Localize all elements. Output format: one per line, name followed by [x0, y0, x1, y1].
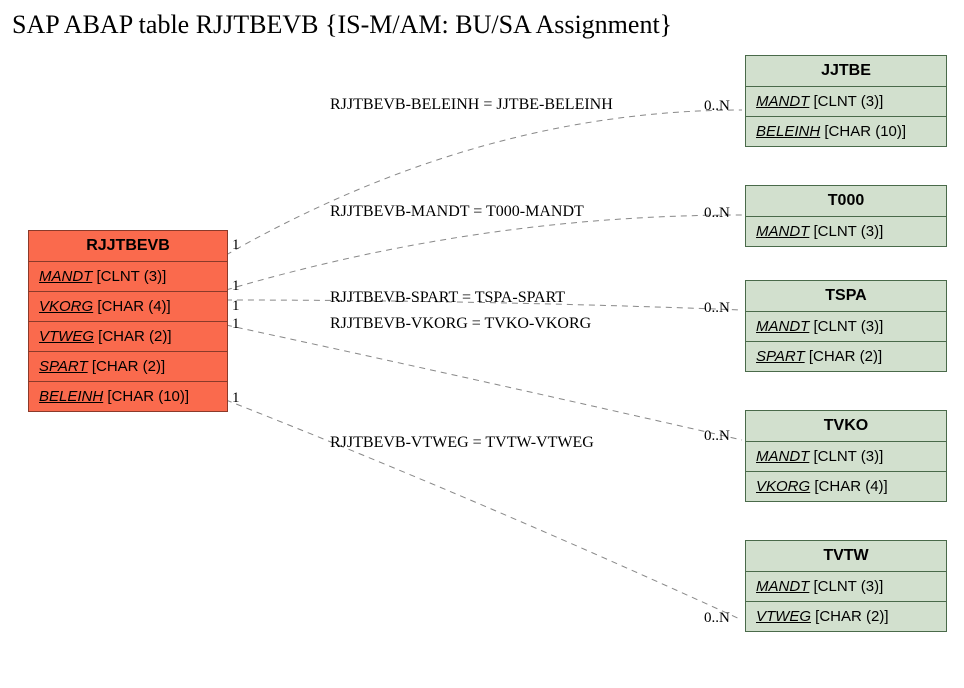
- cardinality-right: 0..N: [704, 205, 730, 222]
- field-row: VKORG [CHAR (4)]: [29, 291, 227, 321]
- entity-tvtw: TVTW MANDT [CLNT (3)] VTWEG [CHAR (2)]: [745, 540, 947, 632]
- cardinality-left: 1: [232, 278, 240, 295]
- entity-header: RJJTBEVB: [29, 231, 227, 262]
- entity-rjjtbevb: RJJTBEVB MANDT [CLNT (3)] VKORG [CHAR (4…: [28, 230, 228, 412]
- field-row: SPART [CHAR (2)]: [29, 351, 227, 381]
- cardinality-right: 0..N: [704, 98, 730, 115]
- relation-label: RJJTBEVB-VTWEG = TVTW-VTWEG: [330, 434, 594, 452]
- relation-label: RJJTBEVB-SPART = TSPA-SPART: [330, 289, 565, 307]
- entity-header: TVKO: [746, 411, 946, 442]
- field-row: MANDT [CLNT (3)]: [29, 262, 227, 291]
- cardinality-right: 0..N: [704, 610, 730, 627]
- field-row: BELEINH [CHAR (10)]: [746, 116, 946, 146]
- field-row: VKORG [CHAR (4)]: [746, 471, 946, 501]
- entity-header: JJTBE: [746, 56, 946, 87]
- field-row: VTWEG [CHAR (2)]: [746, 601, 946, 631]
- entity-jjtbe: JJTBE MANDT [CLNT (3)] BELEINH [CHAR (10…: [745, 55, 947, 147]
- field-row: MANDT [CLNT (3)]: [746, 87, 946, 116]
- entity-header: T000: [746, 186, 946, 217]
- field-row: VTWEG [CHAR (2)]: [29, 321, 227, 351]
- cardinality-left: 1: [232, 316, 240, 333]
- field-row: MANDT [CLNT (3)]: [746, 217, 946, 246]
- relation-label: RJJTBEVB-MANDT = T000-MANDT: [330, 203, 584, 221]
- entity-tvko: TVKO MANDT [CLNT (3)] VKORG [CHAR (4)]: [745, 410, 947, 502]
- cardinality-right: 0..N: [704, 300, 730, 317]
- cardinality-left: 1: [232, 298, 240, 315]
- relation-label: RJJTBEVB-VKORG = TVKO-VKORG: [330, 315, 591, 333]
- relation-label: RJJTBEVB-BELEINH = JJTBE-BELEINH: [330, 96, 613, 114]
- cardinality-left: 1: [232, 237, 240, 254]
- field-row: MANDT [CLNT (3)]: [746, 442, 946, 471]
- cardinality-right: 0..N: [704, 428, 730, 445]
- field-row: BELEINH [CHAR (10)]: [29, 381, 227, 411]
- entity-header: TVTW: [746, 541, 946, 572]
- entity-header: TSPA: [746, 281, 946, 312]
- field-row: SPART [CHAR (2)]: [746, 341, 946, 371]
- field-row: MANDT [CLNT (3)]: [746, 312, 946, 341]
- field-row: MANDT [CLNT (3)]: [746, 572, 946, 601]
- page-title: SAP ABAP table RJJTBEVB {IS-M/AM: BU/SA …: [12, 10, 672, 40]
- entity-tspa: TSPA MANDT [CLNT (3)] SPART [CHAR (2)]: [745, 280, 947, 372]
- entity-t000: T000 MANDT [CLNT (3)]: [745, 185, 947, 247]
- cardinality-left: 1: [232, 390, 240, 407]
